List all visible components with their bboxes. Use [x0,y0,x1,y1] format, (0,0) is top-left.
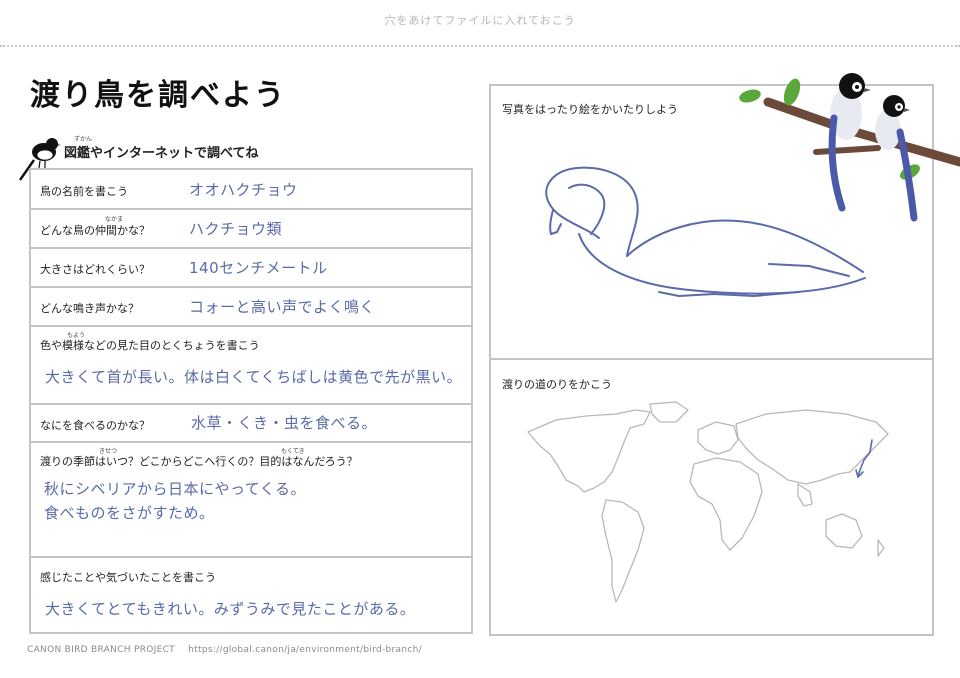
worksheet-row-name: 鳥の名前を書こう オオハクチョウ [31,170,471,210]
photo-panel-label: 写真をはったり絵をかいたりしよう [502,103,678,116]
answer-field[interactable]: 140センチメートル [189,257,328,278]
branch-birds-illustration [739,73,960,222]
answer-field[interactable]: 大きくてとてもきれい。みずうみで見たことがある。 [45,598,415,619]
answer-field[interactable]: 秋にシベリアから日本にやってくる。 [44,477,306,501]
title-ruby: わた [38,82,51,89]
leaf-icon [739,89,761,103]
world-map [527,401,889,603]
question-label: どんな鳥の仲間かな？ [40,224,150,237]
answer-field-line2[interactable]: 食べものをさがすため。 [44,501,215,525]
footer-url[interactable]: https://global.canon/ja/environment/bird… [188,645,422,655]
question-label: 大きさはどれくらい？ [40,263,150,276]
question-label: どんな鳴き声かな？ [40,302,139,315]
worksheet-row-impressions: 感じたことや気づいたことを書こう 大きくてとてもきれい。みずうみで見たことがある… [31,558,471,632]
question-label: なにを食べるのかな？ [40,419,150,432]
question-label: 感じたことや気づいたことを書こう [40,571,216,584]
page-title: 渡り鳥を調べよう [30,78,286,113]
worksheet: 鳥の名前を書こう オオハクチョウ なかま どんな鳥の仲間かな？ ハクチョウ類 大… [29,168,473,634]
answer-field[interactable]: 水草・くき・虫を食べる。 [191,412,377,433]
worksheet-row-call: どんな鳴き声かな？ コォーと高い声でよく鳴く [31,288,471,327]
route-panel[interactable]: 渡りの道のりをかこう [489,360,934,636]
worksheet-row-group: なかま どんな鳥の仲間かな？ ハクチョウ類 [31,210,471,249]
subtitle: 図鑑やインターネットで調べてね [64,146,259,161]
answer-field[interactable]: 大きくて首が長い。体は白くてくちばしは黄色で先が黒い。 [45,366,462,387]
answer-field[interactable]: コォーと高い声でよく鳴く [189,296,375,317]
answer-field[interactable]: ハクチョウ類 [189,218,282,239]
footer: CANON BIRD BRANCH PROJECT https://global… [27,645,432,655]
perforation-line [0,45,960,47]
hole-note: 穴をあけてファイルに入れておこう [384,14,576,27]
question-label: 渡りの季節はいつ？どこからどこへ行くの？目的はなんだろう？ [40,455,358,468]
answer-field[interactable]: オオハクチョウ [189,179,298,200]
title-block: わた 渡り鳥を調べよう [30,78,286,114]
question-label: 色や模様などの見た目のとくちょうを書こう [40,339,260,352]
worksheet-row-size: 大きさはどれくらい？ 140センチメートル [31,249,471,288]
question-label: 鳥の名前を書こう [40,185,128,198]
worksheet-row-migration: きせつ もくてき 渡りの季節はいつ？どこからどこへ行くの？目的はなんだろう？ 秋… [31,443,471,558]
worksheet-row-food: なにを食べるのかな？ 水草・くき・虫を食べる。 [31,405,471,443]
worksheet-row-features: もよう 色や模様などの見た目のとくちょうを書こう 大きくて首が長い。体は白くてく… [31,327,471,405]
route-panel-label: 渡りの道のりをかこう [502,378,612,391]
footer-project: CANON BIRD BRANCH PROJECT [27,645,175,655]
